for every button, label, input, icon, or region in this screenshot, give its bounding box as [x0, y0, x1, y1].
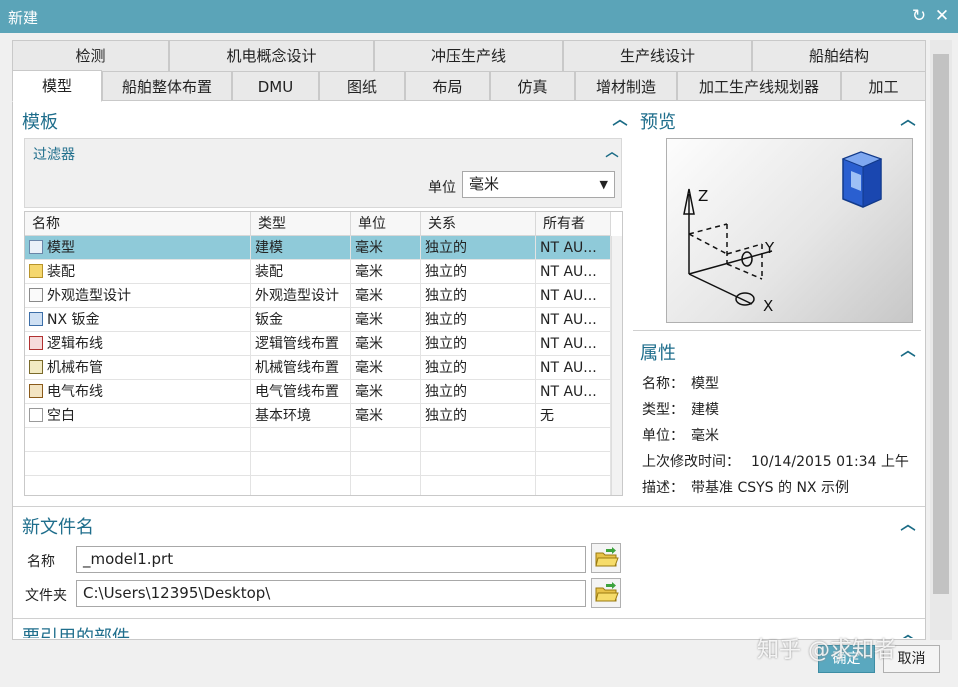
watermark: 知乎 @求知者 — [757, 638, 896, 663]
model-icon — [29, 240, 43, 254]
table-row[interactable]: 空白 基本环境 毫米 独立的 无 — [25, 404, 611, 428]
collapse-referenced-part-icon[interactable]: ︿ — [900, 626, 916, 638]
blank-icon — [29, 408, 43, 422]
property-type-label: 类型： — [642, 402, 684, 418]
property-unit-label: 单位： — [642, 428, 684, 444]
table-scrollbar[interactable] — [611, 236, 622, 495]
column-header-owner[interactable]: 所有者 — [536, 212, 611, 236]
filter-title: 过滤器 — [33, 147, 75, 163]
preview-image: Z Y X — [666, 138, 913, 323]
file-name-label: 名称 — [27, 554, 55, 570]
x-axis-label: X — [763, 297, 773, 315]
electrical-routing-icon — [29, 384, 43, 398]
close-icon[interactable]: ✕ — [931, 4, 953, 28]
table-row[interactable]: 外观造型设计 外观造型设计 毫米 独立的 NT AU... — [25, 284, 611, 308]
collapse-filter-icon[interactable]: ︿ — [604, 145, 620, 161]
referenced-part-title: 要引用的部件 — [22, 627, 130, 638]
property-name-label: 名称： — [642, 376, 684, 392]
model-part-icon — [841, 151, 883, 208]
table-row[interactable]: 模型 建模 毫米 独立的 NT AU... — [25, 236, 611, 260]
browse-name-button[interactable] — [591, 543, 621, 573]
assembly-icon — [29, 264, 43, 278]
column-header-unit[interactable]: 单位 — [351, 212, 421, 236]
tab-press-line[interactable]: 冲压生产线 — [374, 40, 563, 72]
folder-icon — [595, 582, 619, 602]
tab-inspection[interactable]: 检测 — [12, 40, 169, 72]
unit-select[interactable]: 毫米 ▼ — [462, 171, 615, 198]
tab-line-planner[interactable]: 加工生产线规划器 — [677, 71, 841, 103]
template-section-title: 模板 — [22, 112, 58, 133]
table-row[interactable]: NX 钣金 钣金 毫米 独立的 NT AU... — [25, 308, 611, 332]
collapse-template-icon[interactable]: ︿ — [612, 111, 628, 127]
collapse-preview-icon[interactable]: ︿ — [900, 111, 916, 127]
tab-model[interactable]: 模型 — [12, 70, 102, 102]
column-header-type[interactable]: 类型 — [251, 212, 351, 236]
property-unit-value: 毫米 — [691, 428, 719, 444]
tab-additive[interactable]: 增材制造 — [575, 71, 677, 103]
z-axis-label: Z — [698, 187, 708, 205]
tab-line-design[interactable]: 生产线设计 — [563, 40, 752, 72]
template-table: 名称 类型 单位 关系 所有者 模型 建模 毫米 独立的 NT AU... 装配… — [24, 211, 623, 496]
datum-csys-graphic: Z Y X — [683, 151, 883, 315]
new-file-section-title: 新文件名 — [22, 517, 94, 538]
table-row[interactable]: 电气布线 电气管线布置 毫米 独立的 NT AU... — [25, 380, 611, 404]
collapse-properties-icon[interactable]: ︿ — [900, 342, 916, 358]
column-header-relation[interactable]: 关系 — [421, 212, 536, 236]
tab-manufacturing[interactable]: 加工 — [841, 71, 926, 103]
shape-design-icon — [29, 288, 43, 302]
dialog-scrollbar[interactable] — [930, 40, 952, 640]
property-modified-value: 10/14/2015 01:34 上午 — [751, 454, 909, 470]
divider — [633, 330, 921, 331]
property-modified-label: 上次修改时间： — [642, 454, 740, 470]
table-row — [25, 476, 611, 495]
property-desc-value: 带基准 CSYS 的 NX 示例 — [691, 480, 849, 496]
table-row[interactable]: 逻辑布线 逻辑管线布置 毫米 独立的 NT AU... — [25, 332, 611, 356]
window-title: 新建 — [8, 9, 39, 27]
table-row[interactable]: 机械布管 机械管线布置 毫米 独立的 NT AU... — [25, 356, 611, 380]
property-name-value: 模型 — [691, 376, 719, 392]
scrollbar-thumb[interactable] — [933, 54, 949, 594]
collapse-new-file-icon[interactable]: ︿ — [900, 516, 916, 532]
chevron-down-icon: ▼ — [599, 178, 608, 191]
tab-drawing[interactable]: 图纸 — [319, 71, 405, 103]
properties-section-title: 属性 — [640, 343, 676, 364]
divider — [13, 506, 925, 507]
tab-simulation[interactable]: 仿真 — [490, 71, 575, 103]
reset-icon[interactable]: ↻ — [908, 4, 930, 28]
column-header-name[interactable]: 名称 — [25, 212, 251, 236]
table-row — [25, 428, 611, 452]
preview-section-title: 预览 — [640, 112, 676, 133]
folder-path-input[interactable]: C:\Users\12395\Desktop\ — [76, 580, 586, 607]
divider — [13, 618, 925, 619]
table-row[interactable]: 装配 装配 毫米 独立的 NT AU... — [25, 260, 611, 284]
tab-ship-structure[interactable]: 船舶结构 — [752, 40, 926, 72]
folder-icon — [595, 547, 619, 567]
y-axis-label: Y — [764, 239, 775, 257]
property-type-value: 建模 — [691, 402, 719, 418]
logical-routing-icon — [29, 336, 43, 350]
file-name-input[interactable]: _model1.prt — [76, 546, 586, 573]
tab-ship-layout[interactable]: 船舶整体布置 — [102, 71, 232, 103]
browse-folder-button[interactable] — [591, 578, 621, 608]
mechanical-routing-icon — [29, 360, 43, 374]
folder-label: 文件夹 — [25, 588, 67, 604]
unit-label: 单位 — [428, 180, 456, 196]
tab-dmu[interactable]: DMU — [232, 71, 319, 103]
tab-layout[interactable]: 布局 — [405, 71, 490, 103]
sheet-metal-icon — [29, 312, 43, 326]
title-bar: 新建 ↻ ✕ — [0, 0, 958, 33]
tab-mechatronics[interactable]: 机电概念设计 — [169, 40, 374, 72]
table-row — [25, 452, 611, 476]
property-desc-label: 描述： — [642, 480, 684, 496]
